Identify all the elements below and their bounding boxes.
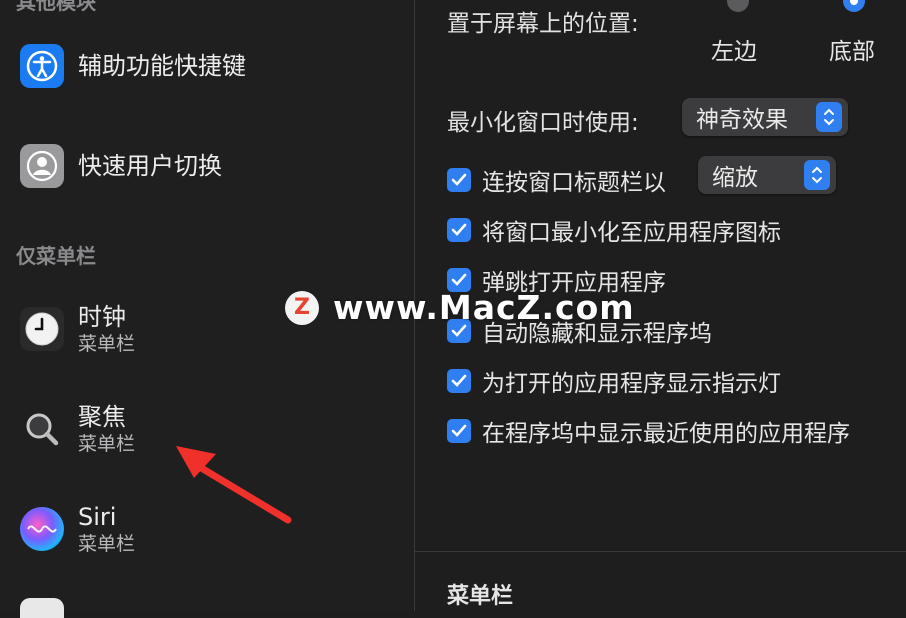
- position-left-radio[interactable]: [727, 0, 749, 12]
- sidebar-item-label: 聚焦: [78, 403, 126, 431]
- user-switch-icon: [20, 144, 64, 188]
- sidebar-item-label: 辅助功能快捷键: [78, 52, 246, 80]
- double-click-label: 连按窗口标题栏以: [482, 170, 666, 196]
- double-click-action-select[interactable]: 缩放: [698, 156, 836, 194]
- checkbox-row[interactable]: 将窗口最小化至应用程序图标: [447, 213, 781, 247]
- sidebar-item-clock[interactable]: 时钟 菜单栏: [20, 302, 135, 356]
- watermark-logo-letter: Z: [294, 295, 310, 320]
- spotlight-icon: [20, 407, 64, 451]
- position-left-label: 左边: [711, 39, 757, 65]
- siri-icon: [20, 507, 64, 551]
- checkbox-row[interactable]: 为打开的应用程序显示指示灯: [447, 364, 781, 398]
- watermark-text: www.MacZ.com: [333, 288, 635, 327]
- menubar-section-heading: 菜单栏: [447, 584, 514, 609]
- minimize-effect-label: 最小化窗口时使用:: [447, 110, 639, 136]
- sidebar-item-siri[interactable]: Siri 菜单栏: [20, 502, 135, 556]
- arrow-annotation-icon: [176, 446, 292, 524]
- checkbox-label: 在程序坞中显示最近使用的应用程序: [482, 421, 850, 447]
- watermark-logo-icon: Z: [285, 290, 319, 325]
- sidebar-item-accessibility-shortcuts[interactable]: 辅助功能快捷键: [20, 44, 246, 88]
- section-divider: [415, 551, 906, 552]
- checkmark-icon: [451, 173, 467, 186]
- sidebar-section-other: 其他模块: [16, 0, 96, 14]
- sidebar-item-label: 快速用户切换: [78, 152, 222, 180]
- sidebar-item-fast-user-switching[interactable]: 快速用户切换: [20, 144, 222, 188]
- show-indicators-checkbox[interactable]: [447, 369, 471, 393]
- sidebar-item-spotlight[interactable]: 聚焦 菜单栏: [20, 402, 135, 456]
- sidebar-item-sublabel: 菜单栏: [78, 433, 136, 455]
- checkmark-icon: [451, 374, 467, 387]
- watermark: Z www.MacZ.com: [285, 288, 635, 327]
- position-label: 置于屏幕上的位置:: [447, 11, 639, 37]
- checkmark-icon: [451, 273, 467, 286]
- double-click-action-value: 缩放: [712, 165, 758, 191]
- up-down-chevron-icon: [804, 160, 830, 190]
- sidebar-item-sublabel: 菜单栏: [78, 533, 136, 555]
- accessibility-icon: [20, 44, 64, 88]
- position-bottom-radio[interactable]: [843, 0, 865, 12]
- sidebar-section-menubar-only: 仅菜单栏: [16, 244, 96, 268]
- sidebar-item-label: Siri: [78, 503, 117, 531]
- clock-icon: [20, 307, 64, 351]
- position-bottom-label: 底部: [829, 39, 875, 65]
- checkbox-label: 将窗口最小化至应用程序图标: [482, 220, 781, 246]
- checkmark-icon: [451, 424, 467, 437]
- double-click-checkbox[interactable]: [447, 168, 471, 192]
- checkbox-row[interactable]: 在程序坞中显示最近使用的应用程序: [447, 414, 850, 448]
- up-down-chevron-icon: [816, 102, 842, 132]
- sidebar-item-label: 时钟: [78, 303, 126, 331]
- minimize-effect-select[interactable]: 神奇效果: [682, 98, 848, 136]
- double-click-row: 连按窗口标题栏以: [447, 163, 666, 197]
- sidebar-item-sublabel: 菜单栏: [78, 333, 136, 355]
- minimize-effect-value: 神奇效果: [696, 107, 788, 133]
- next-item-icon: [20, 598, 64, 618]
- checkbox-label: 为打开的应用程序显示指示灯: [482, 371, 781, 397]
- show-recent-apps-checkbox[interactable]: [447, 419, 471, 443]
- checkmark-icon: [451, 223, 467, 236]
- minimize-into-app-icon-checkbox[interactable]: [447, 218, 471, 242]
